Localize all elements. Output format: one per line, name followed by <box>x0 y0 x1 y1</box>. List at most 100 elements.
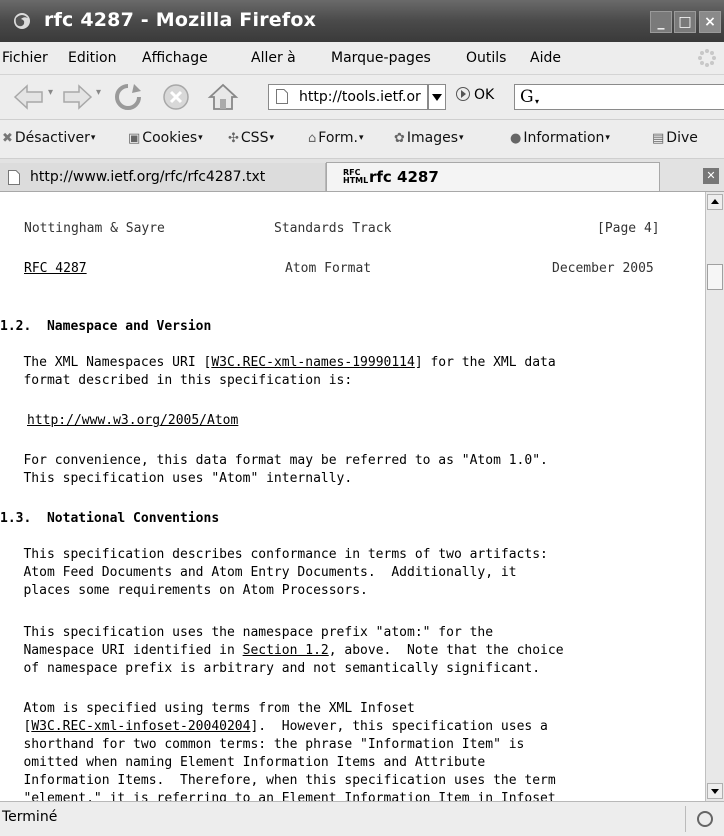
sec13-para3-line1: Atom is specified using terms from the X… <box>0 701 415 716</box>
sec13-para3-line2: [W3C.REC-xml-infoset-20040204]. However,… <box>0 718 548 736</box>
navigation-toolbar: ▾ ▾ http://tools.ietf.org/html/rfc4287 O… <box>0 75 724 120</box>
window-title: rfc 4287 - Mozilla Firefox <box>44 9 317 31</box>
section-1-2-link[interactable]: Section 1.2 <box>243 643 329 658</box>
sec13-para1-line2: Atom Feed Documents and Atom Entry Docum… <box>0 565 517 580</box>
rfc-link[interactable]: RFC 4287 <box>24 261 87 276</box>
caret-icon: ▾ <box>358 133 364 143</box>
sec13-para1-line3: places some requirements on Atom Process… <box>0 583 368 598</box>
forward-dropdown-icon[interactable]: ▾ <box>96 87 101 98</box>
text-segment: [ <box>0 719 32 734</box>
menu-fichier[interactable]: Fichier <box>2 50 48 66</box>
tab-rfc4287-html[interactable]: RFC HTML rfc 4287 <box>326 162 660 191</box>
url-dropdown-button[interactable] <box>428 84 446 110</box>
tab-rfc4287-txt[interactable]: http://www.ietf.org/rfc/rfc4287.txt <box>0 163 326 191</box>
rfc-document: Nottingham & Sayre Standards Track [Page… <box>0 192 704 801</box>
page-content: Nottingham & Sayre Standards Track [Page… <box>0 192 705 801</box>
go-icon <box>456 87 470 101</box>
caret-icon: ▾ <box>90 133 96 143</box>
title-bar: rfc 4287 - Mozilla Firefox _ □ × <box>0 0 724 42</box>
css-menu[interactable]: ✣ CSS▾ <box>228 130 274 146</box>
scroll-down-button[interactable] <box>707 783 723 799</box>
misc-icon: ▤ <box>652 131 665 146</box>
page-icon <box>276 89 288 104</box>
close-window-button[interactable]: × <box>699 11 721 33</box>
back-dropdown-icon[interactable]: ▾ <box>48 87 53 98</box>
cookies-label: Cookies <box>142 130 198 146</box>
search-box[interactable]: G ▾ <box>514 84 724 110</box>
cookies-menu[interactable]: ▣ Cookies▾ <box>128 130 203 146</box>
forms-label: Form. <box>318 130 358 146</box>
sec13-para1-line1: This specification describes conformance… <box>0 547 548 562</box>
cookies-icon: ▣ <box>128 131 141 146</box>
status-bar: Terminé <box>0 801 724 836</box>
css-label: CSS <box>240 130 269 146</box>
sec13-para3-line6: "element," it is referring to an Element… <box>0 791 556 801</box>
information-icon: ● <box>510 131 522 146</box>
menu-aller-a[interactable]: Aller à <box>251 50 296 66</box>
misc-label: Dive <box>666 130 698 146</box>
menu-outils[interactable]: Outils <box>466 50 506 66</box>
status-separator <box>685 806 686 832</box>
caret-icon: ▾ <box>269 133 274 143</box>
status-icon <box>697 811 713 827</box>
text-segment: ] for the XML data <box>414 355 556 370</box>
minimize-button[interactable]: _ <box>650 11 672 33</box>
stop-icon[interactable] <box>160 82 192 112</box>
images-menu[interactable]: ✿ Images▾ <box>394 130 464 146</box>
text-segment: The XML Namespaces URI [ <box>0 355 212 370</box>
sec12-para2-line2: This specification uses "Atom" internall… <box>0 471 353 486</box>
rfc-favicon-icon: RFC HTML <box>343 168 369 185</box>
tab-bar: http://www.ietf.org/rfc/rfc4287.txt RFC … <box>0 159 724 192</box>
information-menu[interactable]: ● Information▾ <box>510 130 610 146</box>
page-footer-right: [Page 4] <box>597 221 660 236</box>
menu-marque-pages[interactable]: Marque-pages <box>331 50 431 66</box>
sec12-para1-line2: format described in this specification i… <box>0 373 353 388</box>
go-label: OK <box>474 87 495 103</box>
scrollbar-thumb[interactable] <box>707 264 723 290</box>
misc-menu[interactable]: ▤ Dive <box>652 130 698 146</box>
section-1-3-heading: 1.3. Notational Conventions <box>0 511 220 526</box>
sec12-para2-line1: For convenience, this data format may be… <box>0 453 548 468</box>
disable-label: Désactiver <box>14 130 90 146</box>
sec12-para1-line1: The XML Namespaces URI [W3C.REC-xml-name… <box>0 354 556 372</box>
sec13-para3-line3: shorthand for two common terms: the phra… <box>0 737 525 752</box>
google-search-icon[interactable]: G <box>520 87 534 107</box>
menu-aide[interactable]: Aide <box>530 50 561 66</box>
close-tab-button[interactable]: ✕ <box>703 168 719 184</box>
section-1-2-heading: 1.2. Namespace and Version <box>0 319 212 334</box>
information-label: Information <box>523 130 605 146</box>
css-icon: ✣ <box>228 131 239 146</box>
atom-namespace-link[interactable]: http://www.w3.org/2005/Atom <box>27 413 238 428</box>
w3c-xml-infoset-link[interactable]: W3C.REC-xml-infoset-20040204 <box>31 719 250 734</box>
home-icon[interactable] <box>206 82 240 112</box>
menu-affichage[interactable]: Affichage <box>142 50 208 66</box>
disable-icon: ✖ <box>2 131 13 146</box>
web-developer-toolbar: ✖ Désactiver▾ ▣ Cookies▾ ✣ CSS▾ ⌂ Form.▾ ✿ Im… <box>0 120 724 159</box>
scroll-up-button[interactable] <box>707 194 723 210</box>
text-segment: ]. However, this specification uses a <box>250 719 548 734</box>
status-text: Terminé <box>2 809 58 825</box>
url-bar[interactable]: http://tools.ietf.org/html/rfc4287 <box>268 84 428 110</box>
reload-icon[interactable] <box>112 82 144 112</box>
throbber-icon <box>698 49 716 67</box>
url-text[interactable]: http://tools.ietf.org/html/rfc4287 <box>299 89 421 105</box>
menu-bar: Fichier Edition Affichage Aller à Marque… <box>0 42 724 75</box>
page-footer-left: Nottingham & Sayre <box>24 221 165 236</box>
images-icon: ✿ <box>394 131 405 146</box>
sec13-para3-line5: Information Items. Therefore, when this … <box>0 773 556 788</box>
disable-menu[interactable]: ✖ Désactiver▾ <box>2 130 95 146</box>
sec13-para3-line4: omitted when naming Element Information … <box>0 755 486 770</box>
forms-icon: ⌂ <box>308 131 317 146</box>
images-label: Images <box>406 130 459 146</box>
search-engine-dropdown-icon[interactable]: ▾ <box>535 97 539 106</box>
sec13-para2-line3: of namespace prefix is arbitrary and not… <box>0 661 541 676</box>
back-arrow-icon[interactable] <box>12 82 46 112</box>
forward-arrow-icon[interactable] <box>60 82 94 112</box>
maximize-button[interactable]: □ <box>674 11 696 33</box>
w3c-xml-names-link[interactable]: W3C.REC-xml-names-19990114 <box>211 355 415 370</box>
vertical-scrollbar[interactable] <box>705 192 724 801</box>
go-button[interactable]: OK <box>456 87 494 103</box>
menu-edition[interactable]: Edition <box>68 50 116 66</box>
forms-menu[interactable]: ⌂ Form.▾ <box>308 130 364 146</box>
text-segment: Namespace URI identified in <box>0 643 243 658</box>
